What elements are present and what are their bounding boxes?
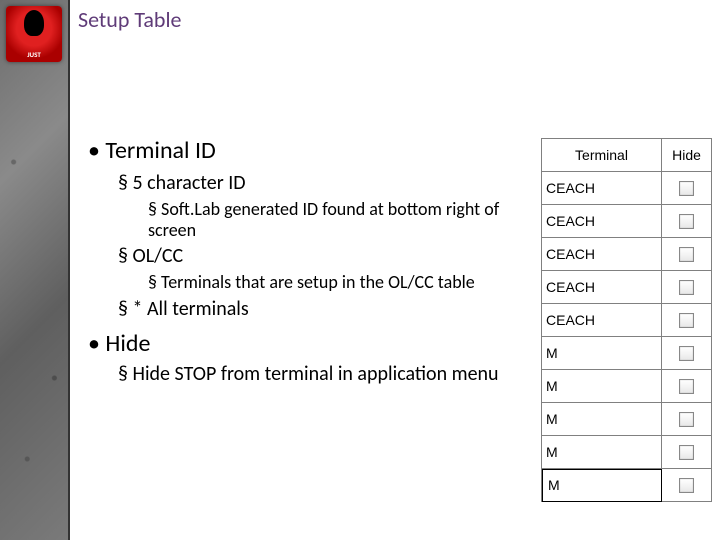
hide-checkbox[interactable] — [679, 412, 694, 427]
page-title: Setup Table — [78, 6, 182, 33]
bullet-hide-desc: Hide STOP from terminal in application m… — [118, 362, 518, 386]
hide-checkbox[interactable] — [679, 181, 694, 196]
cell-hide — [662, 271, 712, 304]
table-row: CEACH — [542, 205, 712, 238]
cell-terminal[interactable]: M — [542, 337, 662, 370]
cell-terminal[interactable]: CEACH — [542, 271, 662, 304]
table-row: CEACH — [542, 271, 712, 304]
hide-checkbox[interactable] — [679, 346, 694, 361]
cell-hide — [662, 469, 712, 502]
col-header-hide[interactable]: Hide — [662, 139, 712, 172]
hide-checkbox[interactable] — [679, 478, 694, 493]
table-row: M — [542, 370, 712, 403]
cell-terminal-text: M — [546, 411, 558, 427]
table-row: M — [542, 436, 712, 469]
cell-hide — [662, 403, 712, 436]
logo-text: JUST — [27, 51, 41, 58]
hide-checkbox[interactable] — [679, 445, 694, 460]
cell-terminal[interactable]: M — [542, 436, 662, 469]
table-row: M — [542, 469, 712, 502]
sidebar-texture: JUST — [0, 0, 70, 540]
hide-checkbox[interactable] — [679, 379, 694, 394]
bullet-all-terminals-text: * All terminals — [132, 297, 248, 321]
bullet-softlab: Soft.Lab generated ID found at bottom ri… — [148, 199, 518, 240]
terminal-table: Terminal Hide CEACH CEACH CEACH CEACH CE… — [541, 138, 712, 502]
slide: JUST Setup Table Terminal ID 5 character… — [0, 0, 720, 540]
cell-terminal-text: M — [546, 477, 560, 493]
table-row: CEACH — [542, 238, 712, 271]
content-area: Terminal ID 5 character ID Soft.Lab gene… — [88, 136, 518, 390]
cell-hide — [662, 304, 712, 337]
cell-hide — [662, 370, 712, 403]
hide-checkbox[interactable] — [679, 313, 694, 328]
table-row: CEACH — [542, 172, 712, 205]
cell-terminal[interactable]: CEACH — [542, 172, 662, 205]
cell-terminal-text: CEACH — [546, 312, 595, 328]
bullet-hide: Hide — [88, 329, 518, 358]
logo-figure-icon — [24, 10, 44, 36]
cell-terminal-text: CEACH — [546, 180, 595, 196]
hide-checkbox[interactable] — [679, 280, 694, 295]
logo-badge: JUST — [6, 6, 62, 62]
table-row: M — [542, 337, 712, 370]
cell-terminal-text: M — [546, 444, 558, 460]
col-header-hide-text: Hide — [672, 147, 701, 163]
cell-terminal-text: CEACH — [546, 213, 595, 229]
cell-terminal-editing[interactable]: M — [542, 469, 662, 502]
cell-terminal[interactable]: M — [542, 370, 662, 403]
bullet-olcc: OL/CC — [118, 244, 518, 268]
hide-checkbox[interactable] — [679, 247, 694, 262]
bullet-olcc-text: OL/CC — [132, 244, 183, 268]
bullet-all-terminals: * All terminals — [118, 297, 518, 321]
cell-terminal[interactable]: CEACH — [542, 205, 662, 238]
cell-terminal[interactable]: CEACH — [542, 238, 662, 271]
cell-terminal[interactable]: CEACH — [542, 304, 662, 337]
cell-hide — [662, 238, 712, 271]
bullet-five-char: 5 character ID — [118, 171, 518, 195]
bullet-olcc-desc: Terminals that are setup in the OL/CC ta… — [148, 272, 518, 293]
cell-terminal-text: CEACH — [546, 279, 595, 295]
table-row: M — [542, 403, 712, 436]
cell-terminal-text: M — [546, 345, 558, 361]
cell-hide — [662, 337, 712, 370]
bullet-hide-desc-text: Hide STOP from terminal in application m… — [132, 362, 498, 386]
cell-terminal-text: CEACH — [546, 246, 595, 262]
bullet-hide-text: Hide — [105, 329, 150, 358]
col-header-terminal-text: Terminal — [575, 147, 628, 163]
cell-hide — [662, 205, 712, 238]
cell-terminal[interactable]: M — [542, 403, 662, 436]
col-header-terminal[interactable]: Terminal — [542, 139, 662, 172]
table-header-row: Terminal Hide — [542, 139, 712, 172]
bullet-olcc-desc-text: Terminals that are setup in the OL/CC ta… — [161, 271, 475, 293]
cell-hide — [662, 436, 712, 469]
bullet-terminal-id-text: Terminal ID — [105, 136, 215, 165]
bullet-softlab-text: Soft.Lab generated ID found at bottom ri… — [148, 198, 499, 241]
hide-checkbox[interactable] — [679, 214, 694, 229]
bullet-terminal-id: Terminal ID — [88, 136, 518, 165]
cell-hide — [662, 172, 712, 205]
cell-terminal-text: M — [546, 378, 558, 394]
table-row: CEACH — [542, 304, 712, 337]
bullet-five-char-text: 5 character ID — [132, 171, 245, 195]
